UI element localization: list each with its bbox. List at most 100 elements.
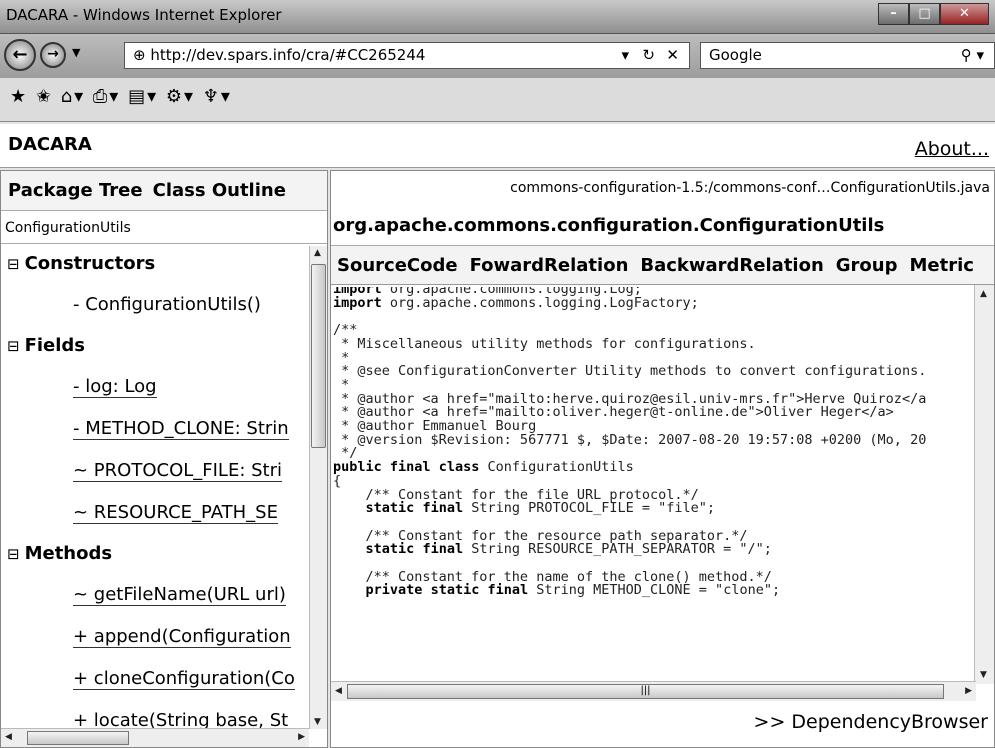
- code-line: * Miscellaneous utility methods for conf…: [333, 335, 756, 352]
- source-code-view[interactable]: import org.apache.commons.logging.Log; im…: [333, 287, 973, 684]
- add-favorites-icon[interactable]: ✬: [36, 86, 53, 107]
- scroll-right-icon[interactable]: ▶: [298, 732, 305, 742]
- left-tab-bar: Package Tree Class Outline: [1, 171, 327, 211]
- tools-icon[interactable]: ⚙▾: [166, 86, 195, 107]
- code-line: * @see ConfigurationConverter Utility me…: [333, 363, 927, 380]
- close-button[interactable]: ✕: [940, 3, 989, 25]
- command-toolbar: ★ ✬ ⌂▾ ⎙▾ ▤▾ ⚙▾ ♆▾: [0, 78, 995, 122]
- home-icon[interactable]: ⌂▾: [61, 86, 85, 107]
- section-label: Fields: [24, 335, 86, 356]
- tree-item-label: ~ RESOURCE_PATH_SE: [73, 502, 278, 524]
- research-icon[interactable]: ♆▾: [203, 86, 232, 107]
- tree-item-label: - METHOD_CLONE: Strin: [73, 418, 289, 440]
- scroll-up-icon[interactable]: ▲: [980, 289, 987, 299]
- title-bar: DACARA - Windows Internet Explorer – □ ✕: [0, 0, 995, 34]
- forward-button[interactable]: →: [40, 42, 66, 68]
- section-label: Methods: [24, 543, 113, 564]
- scroll-left-icon[interactable]: ◀: [335, 686, 342, 696]
- tab-package-tree[interactable]: Package Tree: [8, 180, 143, 201]
- tree-item-label: - log: Log: [73, 376, 157, 398]
- tree-section-methods[interactable]: ⊟ Methods: [1, 534, 308, 574]
- code-line: static final String PROTOCOL_FILE = "fil…: [365, 500, 716, 517]
- scroll-down-icon[interactable]: ▼: [980, 670, 987, 680]
- scroll-left-icon[interactable]: ◀: [5, 732, 12, 742]
- code-vertical-scrollbar[interactable]: ▲ ▼: [974, 285, 994, 684]
- window-title: DACARA - Windows Internet Explorer: [6, 6, 282, 24]
- tree-horizontal-scrollbar[interactable]: ◀ ▶: [1, 728, 309, 747]
- refresh-icon[interactable]: ↻: [642, 46, 655, 64]
- collapse-icon[interactable]: ⊟: [7, 337, 20, 355]
- collapse-icon[interactable]: ⊟: [7, 255, 20, 273]
- tree-item[interactable]: - METHOD_CLONE: Strin: [1, 408, 308, 450]
- history-dropdown-icon[interactable]: ▼: [72, 46, 80, 59]
- tree-vertical-scrollbar[interactable]: ▲ ▼: [309, 246, 327, 729]
- right-tab-bar: SourceCode FowardRelation BackwardRelation…: [331, 245, 994, 285]
- about-link[interactable]: About...: [915, 138, 989, 160]
- collapse-icon[interactable]: ⊟: [7, 545, 20, 563]
- tree-item-label: ~ getFileName(URL url): [73, 584, 286, 606]
- forward-arrow-icon: →: [47, 46, 59, 62]
- code-line: public final class ConfigurationUtils: [333, 459, 634, 476]
- code-line: import org.apache.commons.logging.LogFac…: [333, 294, 699, 311]
- tree-item[interactable]: ~ RESOURCE_PATH_SE: [1, 492, 308, 534]
- scroll-thumb[interactable]: [27, 731, 129, 745]
- tab-foward-relation[interactable]: FowardRelation: [470, 255, 629, 276]
- page-icon[interactable]: ▤▾: [128, 86, 158, 107]
- source-panel: commons-configuration-1.5:/commons-conf……: [330, 170, 995, 748]
- outline-tree: ⊟ Constructors - ConfigurationUtils() ⊟ Fi…: [1, 244, 308, 729]
- url-input[interactable]: ⊕ http://dev.spars.info/cra/#CC265244 ▾ …: [124, 42, 690, 69]
- tree-item-label: + append(Configuration: [73, 626, 291, 648]
- tree-item[interactable]: + locate(String base, St: [1, 700, 308, 729]
- scroll-thumb[interactable]: [311, 264, 326, 448]
- tree-item[interactable]: + cloneConfiguration(Co: [1, 658, 308, 700]
- tab-source-code[interactable]: SourceCode: [337, 255, 458, 276]
- scroll-up-icon[interactable]: ▲: [314, 248, 321, 258]
- back-button[interactable]: ←: [4, 39, 36, 71]
- tab-backward-relation[interactable]: BackwardRelation: [640, 255, 823, 276]
- scroll-right-icon[interactable]: ▶: [965, 686, 972, 696]
- back-arrow-icon: ←: [12, 44, 28, 65]
- browser-window: DACARA - Windows Internet Explorer – □ ✕…: [0, 0, 995, 748]
- file-path: commons-configuration-1.5:/commons-conf……: [510, 180, 990, 196]
- code-line: private static final String METHOD_CLONE…: [365, 582, 781, 599]
- dependency-browser-link[interactable]: >> DependencyBrowser: [754, 711, 988, 733]
- tree-item[interactable]: + append(Configuration: [1, 616, 308, 658]
- url-text: http://dev.spars.info/cra/#CC265244: [150, 46, 426, 64]
- maximize-button[interactable]: □: [909, 3, 940, 25]
- app-header: DACARA About...: [0, 124, 995, 168]
- code-line: * @version $Revision: 567771 $, $Date: 2…: [333, 431, 927, 448]
- tree-item-label: + locate(String base, St: [73, 710, 289, 729]
- app-title: DACARA: [8, 134, 92, 155]
- scroll-down-icon[interactable]: ▼: [314, 717, 321, 727]
- code-line: static final String RESOURCE_PATH_SEPARA…: [365, 541, 772, 558]
- scroll-thumb[interactable]: |||: [347, 684, 944, 699]
- tab-class-outline[interactable]: Class Outline: [153, 180, 286, 201]
- tree-section-constructors[interactable]: ⊟ Constructors: [1, 244, 308, 284]
- search-input[interactable]: Google ⚲ ▾: [700, 42, 995, 69]
- minimize-button[interactable]: –: [878, 3, 909, 25]
- print-icon[interactable]: ⎙▾: [93, 86, 120, 107]
- url-dropdown-icon[interactable]: ▾: [621, 46, 629, 64]
- section-label: Constructors: [24, 253, 156, 274]
- window-controls: – □ ✕: [878, 3, 989, 25]
- tab-metric[interactable]: Metric: [910, 255, 974, 276]
- code-horizontal-scrollbar[interactable]: ◀ ||| ▶: [331, 681, 976, 701]
- tree-item-label: ~ PROTOCOL_FILE: Stri: [73, 460, 282, 482]
- source-code: import org.apache.commons.logging.Log; im…: [333, 287, 973, 598]
- globe-icon: ⊕: [133, 46, 151, 64]
- tree-item-label: + cloneConfiguration(Co: [73, 668, 295, 690]
- tree-section-fields[interactable]: ⊟ Fields: [1, 326, 308, 366]
- tree-item[interactable]: ~ getFileName(URL url): [1, 574, 308, 616]
- tree-item[interactable]: - log: Log: [1, 366, 308, 408]
- stop-icon[interactable]: ✕: [666, 46, 679, 64]
- class-qualified-name: org.apache.commons.configuration.Configu…: [333, 215, 885, 236]
- tree-item-label: - ConfigurationUtils(): [73, 294, 261, 315]
- address-bar: ← → ▼ ⊕ http://dev.spars.info/cra/#CC265…: [0, 34, 995, 78]
- favorites-star-icon[interactable]: ★: [10, 86, 28, 107]
- tab-group[interactable]: Group: [836, 255, 898, 276]
- outline-panel: Package Tree Class Outline ConfigurationU…: [0, 170, 328, 748]
- search-icon[interactable]: ⚲ ▾: [961, 46, 984, 64]
- tree-item[interactable]: - ConfigurationUtils(): [1, 284, 308, 326]
- tree-item[interactable]: ~ PROTOCOL_FILE: Stri: [1, 450, 308, 492]
